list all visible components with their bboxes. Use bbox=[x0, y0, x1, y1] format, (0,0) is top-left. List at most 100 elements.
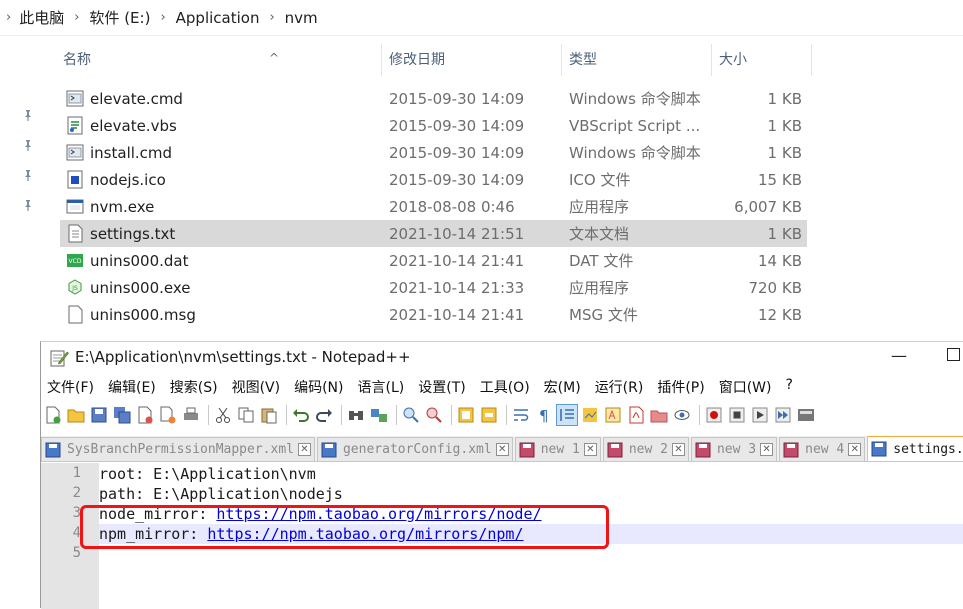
vbs-file-icon bbox=[66, 116, 84, 135]
pin-icon[interactable] bbox=[18, 160, 38, 190]
menu-run[interactable]: 运行(R) bbox=[595, 377, 644, 399]
paste-icon[interactable] bbox=[259, 405, 279, 425]
play-macro-icon[interactable] bbox=[750, 405, 770, 425]
toolbar: ¶ bbox=[43, 402, 963, 428]
zoom-out-icon[interactable] bbox=[424, 405, 444, 425]
vcd-file-icon: VCD bbox=[66, 251, 84, 270]
file-row[interactable]: nvm.exe 2018-08-08 0:46 应用程序 6,007 KB bbox=[60, 193, 807, 220]
chevron-right-icon: › bbox=[74, 10, 80, 25]
sync-vertical-icon[interactable] bbox=[456, 405, 476, 425]
monitor-eye-icon[interactable] bbox=[672, 405, 692, 425]
cut-icon[interactable] bbox=[213, 405, 233, 425]
minimize-button[interactable]: — bbox=[891, 346, 907, 365]
undo-icon[interactable] bbox=[291, 405, 311, 425]
find-icon[interactable] bbox=[346, 405, 366, 425]
word-wrap-icon[interactable] bbox=[511, 405, 531, 425]
replace-icon[interactable] bbox=[369, 405, 389, 425]
close-tab-icon[interactable]: ✕ bbox=[495, 443, 509, 456]
breadcrumb-item-application[interactable]: Application bbox=[176, 9, 260, 27]
column-name[interactable]: 名称 ^ bbox=[56, 44, 382, 76]
tab-document[interactable]: new 2 ✕ bbox=[602, 437, 689, 461]
unsaved-file-icon bbox=[783, 442, 799, 457]
menu-settings[interactable]: 设置(T) bbox=[418, 377, 465, 399]
column-date[interactable]: 修改日期 bbox=[382, 44, 562, 76]
close-tab-icon[interactable]: ✕ bbox=[671, 443, 685, 456]
menu-language[interactable]: 语言(L) bbox=[358, 377, 405, 399]
close-tab-icon[interactable]: ✕ bbox=[848, 443, 862, 456]
menu-search[interactable]: 搜索(S) bbox=[170, 377, 218, 399]
pin-icon[interactable] bbox=[18, 130, 38, 160]
menu-macro[interactable]: 宏(M) bbox=[544, 377, 581, 399]
file-row[interactable]: VCD unins000.dat 2021-10-14 21:41 DAT 文件… bbox=[60, 247, 807, 274]
blank-file-icon bbox=[66, 305, 84, 324]
saved-file-icon bbox=[321, 442, 337, 457]
maximize-button[interactable] bbox=[947, 348, 960, 361]
highlight-annotation-box bbox=[80, 505, 609, 549]
stop-macro-icon[interactable] bbox=[727, 405, 747, 425]
print-icon[interactable] bbox=[181, 405, 201, 425]
pin-icon[interactable] bbox=[18, 100, 38, 130]
menu-help[interactable]: ? bbox=[786, 377, 793, 399]
record-macro-icon[interactable] bbox=[704, 405, 724, 425]
run-macro-multiple-icon[interactable] bbox=[773, 405, 793, 425]
column-size[interactable]: 大小 bbox=[712, 44, 812, 76]
menu-view[interactable]: 视图(V) bbox=[232, 377, 281, 399]
pin-icon[interactable] bbox=[18, 190, 38, 220]
column-type[interactable]: 类型 bbox=[562, 44, 712, 76]
doc-map-icon[interactable] bbox=[580, 405, 600, 425]
cmd-file-icon bbox=[66, 89, 84, 108]
sync-horizontal-icon[interactable] bbox=[479, 405, 499, 425]
close-tab-icon[interactable]: ✕ bbox=[583, 443, 597, 456]
file-row[interactable]: install.cmd 2015-09-30 14:09 Windows 命令脚… bbox=[60, 139, 807, 166]
function-list-icon[interactable] bbox=[603, 405, 623, 425]
chevron-right-icon: › bbox=[6, 10, 12, 25]
close-tab-icon[interactable]: ✕ bbox=[760, 443, 774, 456]
save-all-icon[interactable] bbox=[112, 405, 132, 425]
folder-workspace-icon[interactable] bbox=[649, 405, 669, 425]
tab-document[interactable]: generatorConfig.xml ✕ bbox=[316, 437, 513, 461]
close-all-icon[interactable] bbox=[158, 405, 178, 425]
tab-document[interactable]: new 4 ✕ bbox=[779, 437, 866, 461]
file-row[interactable]: nodejs.ico 2015-09-30 14:09 ICO 文件 15 KB bbox=[60, 166, 807, 193]
menu-window[interactable]: 窗口(W) bbox=[719, 377, 772, 399]
tab-document[interactable]: SysBranchPermissionMapper.xml ✕ bbox=[41, 437, 315, 461]
notepadpp-app-icon bbox=[49, 348, 69, 372]
line-number: 1 bbox=[72, 465, 81, 481]
indent-guide-icon[interactable] bbox=[556, 404, 578, 426]
breadcrumb-item-drive-e[interactable]: 软件 (E:) bbox=[89, 7, 150, 28]
line-number: 3 bbox=[72, 505, 81, 521]
menu-file[interactable]: 文件(F) bbox=[47, 377, 94, 399]
file-row[interactable]: elevate.cmd 2015-09-30 14:09 Windows 命令脚… bbox=[60, 85, 807, 112]
breadcrumb-item-this-pc[interactable]: 此电脑 bbox=[19, 7, 64, 28]
redo-icon[interactable] bbox=[314, 405, 334, 425]
menu-bar: 文件(F) 编辑(E) 搜索(S) 视图(V) 编码(N) 语言(L) 设置(T… bbox=[41, 377, 963, 399]
breadcrumb-item-nvm[interactable]: nvm bbox=[285, 9, 318, 27]
show-all-chars-icon[interactable]: ¶ bbox=[534, 405, 554, 425]
code-line: root: E:\Application\nvm bbox=[99, 465, 316, 483]
file-row[interactable]: JS unins000.exe 2021-10-14 21:33 应用程序 72… bbox=[60, 274, 807, 301]
breadcrumb: › 此电脑 › 软件 (E:) › Application › nvm bbox=[0, 0, 963, 36]
save-icon[interactable] bbox=[89, 405, 109, 425]
open-folder-icon[interactable] bbox=[66, 405, 86, 425]
line-number: 5 bbox=[72, 545, 81, 561]
close-file-icon[interactable] bbox=[135, 405, 155, 425]
window-titlebar[interactable]: E:\Application\nvm\settings.txt - Notepa… bbox=[41, 342, 963, 374]
zoom-in-icon[interactable] bbox=[401, 405, 421, 425]
unsaved-file-icon bbox=[607, 442, 623, 457]
close-tab-icon[interactable]: ✕ bbox=[297, 443, 311, 456]
tab-document[interactable]: new 1 ✕ bbox=[514, 437, 601, 461]
save-macro-icon[interactable] bbox=[796, 405, 816, 425]
menu-tools[interactable]: 工具(O) bbox=[480, 377, 530, 399]
chevron-right-icon: › bbox=[269, 10, 275, 25]
menu-edit[interactable]: 编辑(E) bbox=[108, 377, 156, 399]
menu-encoding[interactable]: 编码(N) bbox=[294, 377, 343, 399]
pdf-icon[interactable] bbox=[626, 405, 646, 425]
tab-settings-txt[interactable]: settings.txt bbox=[867, 436, 963, 461]
new-file-icon[interactable] bbox=[43, 405, 63, 425]
file-row[interactable]: settings.txt 2021-10-14 21:51 文本文档 1 KB bbox=[60, 220, 807, 247]
tab-document[interactable]: new 3 ✕ bbox=[690, 437, 778, 461]
menu-plugins[interactable]: 插件(P) bbox=[657, 377, 704, 399]
file-row[interactable]: elevate.vbs 2015-09-30 14:09 VBScript Sc… bbox=[60, 112, 807, 139]
copy-icon[interactable] bbox=[236, 405, 256, 425]
file-row[interactable]: unins000.msg 2021-10-14 21:41 MSG 文件 12 … bbox=[60, 301, 807, 328]
